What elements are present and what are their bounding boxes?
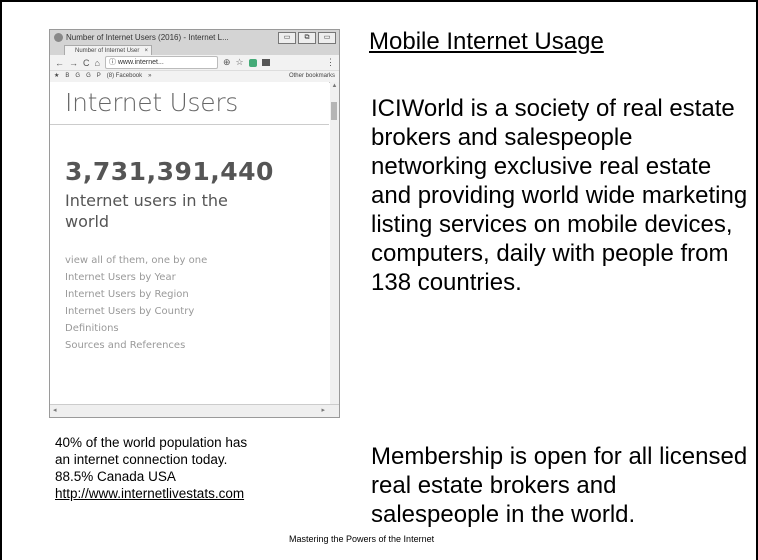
back-icon[interactable]: ← bbox=[55, 58, 64, 68]
slide: Number of Internet Users (2016) - Intern… bbox=[0, 0, 758, 560]
extension-icon[interactable] bbox=[248, 58, 257, 67]
caption-line: 88.5% Canada USA bbox=[55, 469, 176, 484]
divider bbox=[50, 124, 329, 125]
slide-footer: Mastering the Powers of the Internet bbox=[289, 534, 435, 544]
link-definitions[interactable]: Definitions bbox=[65, 320, 207, 337]
description-paragraph: ICIWorld is a society of real estate bro… bbox=[371, 95, 748, 296]
scroll-left-icon[interactable]: ◂ bbox=[53, 406, 57, 414]
bookmark-facebook[interactable]: (8) Facebook bbox=[107, 71, 142, 82]
caption-line: 40% of the world population has bbox=[55, 435, 248, 450]
internet-users-count: 3,731,391,440 bbox=[65, 157, 274, 186]
window-controls: ▭ ⧉ ▭ bbox=[278, 32, 336, 44]
scroll-right-icon[interactable]: ▸ bbox=[321, 406, 325, 414]
minimize-button[interactable]: ▭ bbox=[278, 32, 296, 44]
bookmark-item[interactable]: B bbox=[65, 71, 69, 82]
caption-line: an internet connection today. bbox=[55, 452, 228, 467]
other-bookmarks[interactable]: Other bookmarks bbox=[289, 71, 335, 82]
reload-icon[interactable]: C bbox=[83, 58, 90, 68]
page-links: view all of them, one by one Internet Us… bbox=[65, 252, 207, 354]
home-icon[interactable]: ⌂ bbox=[95, 58, 100, 68]
link-by-region[interactable]: Internet Users by Region bbox=[65, 286, 207, 303]
menu-icon[interactable]: ⋮ bbox=[326, 57, 335, 68]
browser-tab[interactable]: Number of Internet User × bbox=[64, 45, 152, 55]
membership-paragraph: Membership is open for all licensed real… bbox=[371, 443, 748, 528]
bookmark-item[interactable]: ★ bbox=[54, 71, 59, 82]
browser-toolbar: ← → C ⌂ ⓘ www.internet... ⊕ ☆ ⋮ bbox=[50, 55, 339, 71]
statistics-caption: 40% of the world population has an inter… bbox=[55, 434, 345, 502]
count-caption: Internet users in the world bbox=[65, 191, 228, 231]
zoom-icon[interactable]: ⊕ bbox=[223, 57, 231, 68]
link-by-year[interactable]: Internet Users by Year bbox=[65, 269, 207, 286]
address-bar[interactable]: ⓘ www.internet... bbox=[104, 56, 218, 69]
window-title: Number of Internet Users (2016) - Intern… bbox=[66, 33, 229, 42]
link-by-country[interactable]: Internet Users by Country bbox=[65, 303, 207, 320]
browser-screenshot: Number of Internet Users (2016) - Intern… bbox=[49, 29, 340, 418]
tab-close-icon[interactable]: × bbox=[144, 46, 148, 55]
maximize-button[interactable]: ⧉ bbox=[298, 32, 316, 44]
scroll-up-icon[interactable]: ▲ bbox=[330, 82, 339, 90]
bookmark-item[interactable]: P bbox=[97, 71, 101, 82]
bookmark-item[interactable]: G bbox=[75, 71, 80, 82]
chrome-icon bbox=[54, 33, 63, 42]
source-link[interactable]: http://www.internetlivestats.com bbox=[55, 486, 244, 501]
vertical-scrollbar[interactable]: ▲ bbox=[330, 82, 339, 404]
close-window-button[interactable]: ▭ bbox=[318, 32, 336, 44]
bookmark-star-icon[interactable]: ☆ bbox=[235, 57, 243, 68]
page-content: Internet Users 3,731,391,440 Internet us… bbox=[50, 82, 329, 404]
bookmarks-overflow[interactable]: » bbox=[148, 71, 151, 82]
mail-icon[interactable] bbox=[261, 59, 270, 66]
forward-icon[interactable]: → bbox=[69, 58, 78, 68]
page-heading: Internet Users bbox=[65, 88, 239, 117]
link-view-all[interactable]: view all of them, one by one bbox=[65, 252, 207, 269]
tab-label: Number of Internet User bbox=[75, 48, 140, 54]
tab-strip: Number of Internet User × bbox=[50, 45, 339, 55]
link-sources[interactable]: Sources and References bbox=[65, 337, 207, 354]
bookmark-item[interactable]: G bbox=[86, 71, 91, 82]
horizontal-scrollbar[interactable]: ◂ ▸ bbox=[50, 404, 339, 417]
scroll-thumb[interactable] bbox=[331, 102, 337, 120]
slide-heading: Mobile Internet Usage bbox=[369, 28, 604, 55]
